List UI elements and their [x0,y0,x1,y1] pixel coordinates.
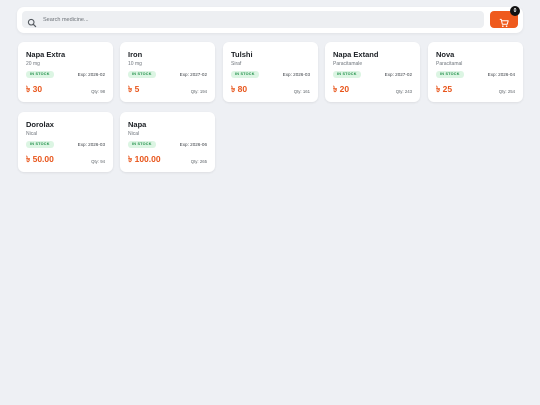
medicine-card[interactable]: Iron 10 mg IN STOCK Exp: 2027-02 ৳ 5 Qty… [120,42,215,102]
expiry-date: Exp: 2026-02 [77,72,105,77]
medicine-subtitle: 20 mg [26,61,40,67]
search-icon [27,15,37,27]
expiry-date: Exp: 2026-04 [487,72,515,77]
cart-button[interactable]: 0 [490,6,520,28]
medicine-subtitle: Paracitamale [333,61,363,67]
stock-quantity: Qty: 94 [91,159,105,164]
medicine-price: ৳ 5 [128,84,140,94]
cart-icon [499,15,509,27]
stock-quantity: Qty: 243 [395,89,412,94]
stock-quantity: Qty: 265 [190,159,207,164]
stock-status-badge: IN STOCK [128,71,156,78]
medicine-price: ৳ 50.00 [26,154,54,164]
stock-status-badge: IN STOCK [26,141,54,148]
medicine-subtitle: Nical [26,131,38,137]
stock-quantity: Qty: 194 [190,89,207,94]
medicine-price: ৳ 20 [333,84,350,94]
medicine-name: Napa Extand [333,50,379,59]
medicine-card[interactable]: Napa Extand Paracitamale IN STOCK Exp: 2… [325,42,420,102]
stock-status-badge: IN STOCK [333,71,361,78]
expiry-date: Exp: 2027-02 [179,72,207,77]
stock-status-badge: IN STOCK [128,141,156,148]
medicine-name: Napa [128,120,147,129]
stock-quantity: Qty: 98 [91,89,105,94]
medicine-name: Nova [436,50,455,59]
stock-status-badge: IN STOCK [26,71,54,78]
medicine-card[interactable]: Dorolax Nical IN STOCK Exp: 2026-03 ৳ 50… [18,112,113,172]
medicine-price: ৳ 30 [26,84,43,94]
stock-status-badge: IN STOCK [231,71,259,78]
expiry-date: Exp: 2026-06 [179,142,207,147]
search-input[interactable] [43,13,443,26]
medicine-name: Tulshi [231,50,253,59]
medicine-subtitle: Nical [128,131,140,137]
medicine-name: Napa Extra [26,50,66,59]
medicine-price: ৳ 25 [436,84,453,94]
medicine-subtitle: 10 mg [128,61,142,67]
cart-count-badge: 0 [510,6,520,16]
expiry-date: Exp: 2026-03 [77,142,105,147]
medicine-card[interactable]: Napa Nical IN STOCK Exp: 2026-06 ৳ 100.0… [120,112,215,172]
medicine-card[interactable]: Nova Paracitamal IN STOCK Exp: 2026-04 ৳… [428,42,523,102]
medicine-subtitle: Paracitamal [436,61,463,67]
medicine-price: ৳ 100.00 [128,154,161,164]
medicine-price: ৳ 80 [231,84,248,94]
medicine-subtitle: Siraf [231,61,242,67]
medicine-name: Dorolax [26,120,54,129]
medicine-name: Iron [128,50,143,59]
medicine-card[interactable]: Tulshi Siraf IN STOCK Exp: 2026-03 ৳ 80 … [223,42,318,102]
top-bar: 0 [17,6,523,33]
stock-quantity: Qty: 161 [293,89,310,94]
expiry-date: Exp: 2027-02 [384,72,412,77]
stock-status-badge: IN STOCK [436,71,464,78]
stock-quantity: Qty: 254 [498,89,515,94]
medicine-card[interactable]: Napa Extra 20 mg IN STOCK Exp: 2026-02 ৳… [18,42,113,102]
search-box[interactable] [22,11,484,28]
expiry-date: Exp: 2026-03 [282,72,310,77]
